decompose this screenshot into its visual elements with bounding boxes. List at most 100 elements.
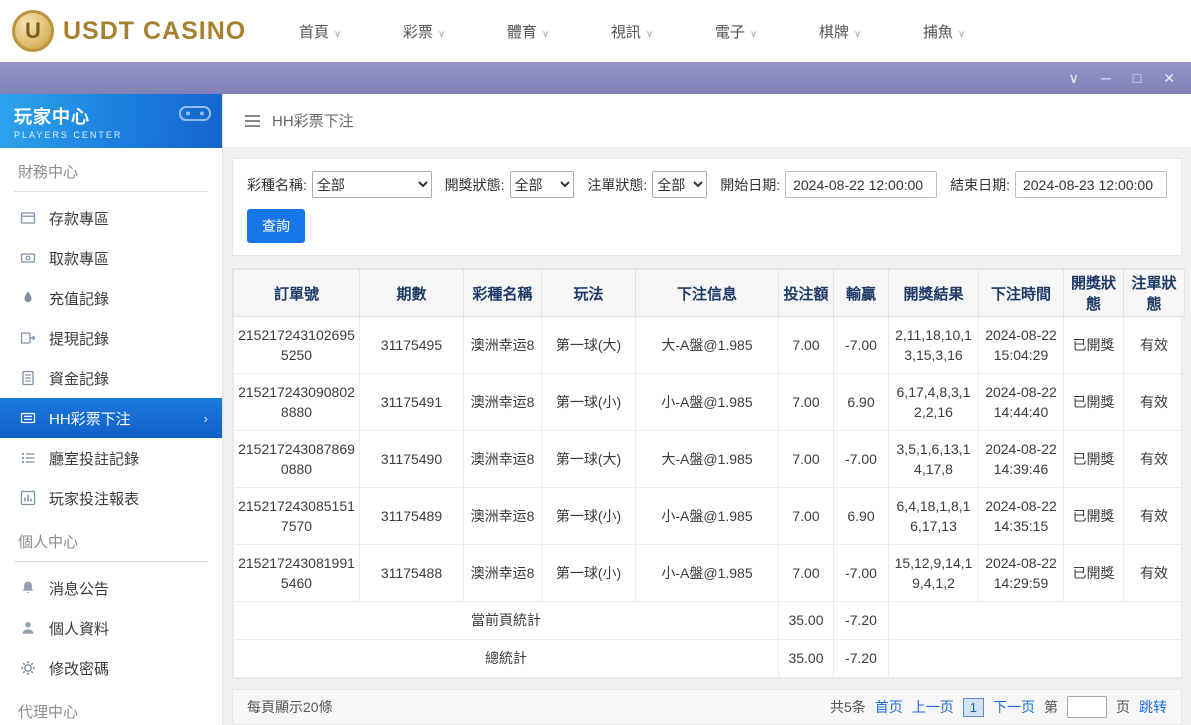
- table-cell: 有效: [1124, 431, 1185, 488]
- summary-row: 當前頁統計35.00-7.20: [234, 602, 1185, 640]
- lottery-name-label: 彩種名稱:: [247, 175, 307, 195]
- table-cell: 小-A盤@1.985: [636, 545, 779, 602]
- table-cell: -7.00: [834, 431, 889, 488]
- sidebar-item-hall-bet-records[interactable]: 廳室投註記錄: [0, 438, 222, 478]
- column-header: 下注時間: [979, 270, 1064, 317]
- sidebar-item-label: 提現記錄: [49, 328, 109, 349]
- chevron-down-icon: ∨: [542, 29, 549, 40]
- nav-item-electronic[interactable]: 電子∨: [684, 21, 788, 42]
- chevron-down-icon: ∨: [646, 29, 653, 40]
- gear-icon: [20, 660, 36, 676]
- breadcrumb: HH彩票下注: [223, 94, 1191, 148]
- chevron-down-icon: ∨: [334, 29, 341, 40]
- summary-row: 總統計35.00-7.20: [234, 640, 1185, 678]
- column-header: 彩種名稱: [464, 270, 542, 317]
- site-header: U USDT CASINO 首頁∨ 彩票∨ 體育∨ 視訊∨ 電子∨ 棋牌∨ 捕魚…: [0, 0, 1191, 62]
- search-button[interactable]: 查詢: [247, 209, 305, 243]
- table-header-row: 訂單號期數彩種名稱玩法下注信息投注額輸贏開獎結果下注時間開獎狀態注單狀態: [234, 270, 1185, 317]
- first-page-link[interactable]: 首页: [875, 697, 903, 717]
- menu-toggle-icon[interactable]: [245, 120, 260, 122]
- table-cell: 已開獎: [1064, 488, 1124, 545]
- table-cell: 澳洲幸运8: [464, 545, 542, 602]
- nav-item-lottery[interactable]: 彩票∨: [372, 21, 476, 42]
- nav-item-home[interactable]: 首頁 ∨: [268, 21, 372, 42]
- nav-item-live-video[interactable]: 視訊∨: [580, 21, 684, 42]
- prev-page-link[interactable]: 上一页: [912, 697, 954, 717]
- sidebar-item-withdrawal-records[interactable]: 提現記錄: [0, 318, 222, 358]
- nav-label: 首頁: [299, 24, 329, 41]
- bell-icon: [20, 580, 36, 596]
- summary-bet-total: 35.00: [779, 640, 834, 678]
- order-status-select[interactable]: 全部: [652, 171, 707, 198]
- main-content: HH彩票下注 彩種名稱: 全部 開獎狀態: 全部 注單狀態: 全部: [222, 94, 1191, 725]
- sidebar-item-recharge-records[interactable]: 充值記錄: [0, 278, 222, 318]
- page-size-label: 每頁顯示20條: [247, 697, 333, 717]
- table-cell: 2024-08-22 14:44:40: [979, 374, 1064, 431]
- personal-menu: 消息公告 個人資料 修改密碼: [0, 562, 222, 688]
- table-cell: 已開獎: [1064, 317, 1124, 374]
- sidebar-item-announcements[interactable]: 消息公告: [0, 568, 222, 608]
- current-page[interactable]: 1: [963, 698, 984, 717]
- sidebar-item-withdraw-area[interactable]: 取款專區: [0, 238, 222, 278]
- sidebar-item-hh-lottery-bets[interactable]: HH彩票下注 ›: [0, 398, 222, 438]
- table-cell: 2,11,18,10,13,15,3,16: [889, 317, 979, 374]
- summary-label: 當前頁統計: [234, 602, 779, 640]
- sidebar-item-funds-records[interactable]: 資金記錄: [0, 358, 222, 398]
- sidebar-item-profile[interactable]: 個人資料: [0, 608, 222, 648]
- column-header: 投注額: [779, 270, 834, 317]
- table-cell: 第一球(大): [542, 431, 636, 488]
- sidebar-item-change-password[interactable]: 修改密碼: [0, 648, 222, 688]
- table-cell: 2024-08-22 14:35:15: [979, 488, 1064, 545]
- table-cell: 澳洲幸运8: [464, 431, 542, 488]
- sidebar-item-label: HH彩票下注: [49, 408, 131, 429]
- nav-label: 體育: [507, 24, 537, 41]
- table-body: 215217243102695525031175495澳洲幸运8第一球(大)大-…: [234, 317, 1185, 678]
- summary-empty: [889, 640, 1185, 678]
- table-cell: 有效: [1124, 545, 1185, 602]
- report-chart-icon: [20, 490, 36, 506]
- chevron-down-icon: ∨: [438, 29, 445, 40]
- lottery-name-select[interactable]: 全部: [312, 171, 432, 198]
- table-row: 215217243090802888031175491澳洲幸运8第一球(小)小-…: [234, 374, 1185, 431]
- jump-button[interactable]: 跳转: [1139, 697, 1167, 717]
- column-header: 期數: [360, 270, 464, 317]
- nav-item-fishing[interactable]: 捕魚∨: [892, 21, 996, 42]
- table-cell: 已開獎: [1064, 545, 1124, 602]
- table-row: 215217243087869088031175490澳洲幸运8第一球(大)大-…: [234, 431, 1185, 488]
- jump-page-input[interactable]: [1067, 696, 1107, 718]
- sidebar-item-label: 消息公告: [49, 578, 109, 599]
- sidebar: 玩家中心 PLAYERS CENTER 財務中心 存款專區 取款專區 充值記錄: [0, 94, 222, 725]
- nav-item-sports[interactable]: 體育 ∨: [476, 21, 580, 42]
- table-cell: 31175491: [360, 374, 464, 431]
- table-cell: -7.00: [834, 545, 889, 602]
- sidebar-item-deposit-area[interactable]: 存款專區: [0, 198, 222, 238]
- table-cell: 7.00: [779, 374, 834, 431]
- table-cell: 第一球(大): [542, 317, 636, 374]
- minimize-icon[interactable]: ─: [1101, 71, 1111, 85]
- jump-label-suffix: 页: [1116, 697, 1130, 717]
- draw-status-select[interactable]: 全部: [510, 171, 575, 198]
- coin-logo-icon: U: [12, 10, 54, 52]
- table-cell: 31175495: [360, 317, 464, 374]
- table-cell: 7.00: [779, 488, 834, 545]
- nav-label: 棋牌: [819, 24, 849, 41]
- table-cell: 31175489: [360, 488, 464, 545]
- sidebar-item-label: 玩家投注報表: [49, 488, 139, 509]
- summary-label: 總統計: [234, 640, 779, 678]
- close-icon[interactable]: ✕: [1163, 71, 1175, 85]
- collapse-icon[interactable]: ∨: [1069, 71, 1079, 85]
- next-page-link[interactable]: 下一页: [993, 697, 1035, 717]
- section-title-personal: 個人中心: [14, 518, 208, 562]
- logo-text: USDT CASINO: [63, 17, 246, 46]
- gamepad-icon: [178, 102, 212, 124]
- logo[interactable]: U USDT CASINO: [0, 10, 268, 52]
- end-date-input[interactable]: [1015, 171, 1167, 198]
- page-title: HH彩票下注: [272, 110, 354, 131]
- nav-item-board-games[interactable]: 棋牌∨: [788, 21, 892, 42]
- sidebar-item-label: 修改密碼: [49, 658, 109, 679]
- finance-menu: 存款專區 取款專區 充值記錄 提現記錄 資金記錄 HH彩票下注 ›: [0, 192, 222, 518]
- maximize-icon[interactable]: □: [1133, 71, 1141, 85]
- sidebar-item-player-bet-report[interactable]: 玩家投注報表: [0, 478, 222, 518]
- chevron-down-icon: ∨: [958, 29, 965, 40]
- start-date-input[interactable]: [785, 171, 937, 198]
